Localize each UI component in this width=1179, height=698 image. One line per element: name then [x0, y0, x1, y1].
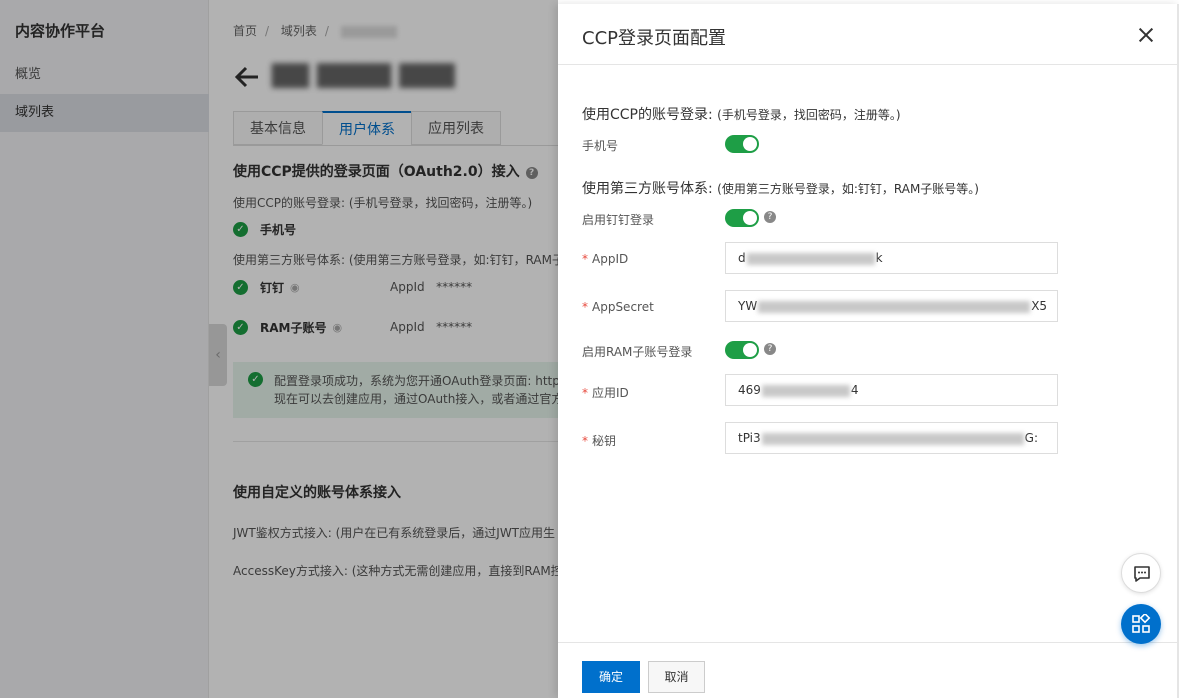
- appid-field-text: AppID: [592, 252, 629, 266]
- secret-key-field-label: * 秘钥: [582, 432, 616, 449]
- third-party-group-label: 使用第三方账号体系:: [582, 181, 713, 197]
- appsecret-field-text: AppSecret: [592, 300, 654, 314]
- third-party-group-hint: (使用第三方账号登录，如:钉钉，RAM子账号等。): [717, 182, 979, 196]
- feedback-chat-button[interactable]: [1121, 553, 1161, 593]
- app-id-input[interactable]: 469 4: [725, 374, 1058, 406]
- secret-key-field-text: 秘钥: [592, 434, 617, 448]
- drawer-footer: 确定 取消: [558, 642, 1179, 698]
- help-icon[interactable]: ?: [764, 343, 776, 355]
- chat-icon: [1134, 566, 1150, 582]
- dingtalk-toggle[interactable]: [725, 209, 759, 227]
- app-id-field-text: 应用ID: [592, 386, 629, 400]
- redacted-value: [761, 432, 1024, 445]
- app-id-value-start: 469: [738, 383, 761, 397]
- appid-value-start: d: [738, 251, 746, 265]
- appsecret-value-start: YW: [738, 299, 758, 313]
- appsecret-input[interactable]: YW X5: [725, 290, 1058, 322]
- confirm-button[interactable]: 确定: [582, 661, 640, 693]
- app-id-value-end: 4: [850, 383, 859, 397]
- ccp-login-config-drawer: CCP登录页面配置 使用CCP的账号登录: (手机号登录，找回密码，注册等。) …: [558, 4, 1179, 698]
- appsecret-value-end: X5: [1031, 299, 1048, 313]
- appsecret-field-label: * AppSecret: [582, 300, 654, 314]
- redacted-value: [746, 252, 875, 265]
- dingtalk-toggle-label: 启用钉钉登录: [582, 213, 655, 227]
- appid-value-end: k: [875, 251, 883, 265]
- required-mark: *: [582, 300, 588, 314]
- phone-toggle[interactable]: [725, 135, 759, 153]
- phone-toggle-label: 手机号: [582, 139, 619, 153]
- required-mark: *: [582, 252, 588, 266]
- redacted-value: [761, 384, 850, 397]
- appid-input[interactable]: dk: [725, 242, 1058, 274]
- secret-key-input[interactable]: tPi3 G:: [725, 422, 1058, 454]
- drawer-header: CCP登录页面配置: [558, 4, 1179, 65]
- redacted-value: [758, 300, 1031, 313]
- ram-toggle-label: 启用RAM子账号登录: [582, 345, 693, 359]
- app-id-field-label: * 应用ID: [582, 384, 629, 401]
- ram-toggle[interactable]: [725, 341, 759, 359]
- secret-key-value-start: tPi3: [738, 431, 761, 445]
- ccp-account-group-title: 使用CCP的账号登录: (手机号登录，找回密码，注册等。): [582, 104, 901, 124]
- required-mark: *: [582, 434, 588, 448]
- required-mark: *: [582, 386, 588, 400]
- appid-field-label: * AppID: [582, 252, 628, 266]
- drawer-title: CCP登录页面配置: [582, 28, 726, 49]
- secret-key-value-end: G:: [1024, 431, 1038, 445]
- apps-menu-button[interactable]: [1121, 604, 1161, 644]
- ccp-account-group-label: 使用CCP的账号登录:: [582, 107, 713, 123]
- help-icon[interactable]: ?: [764, 211, 776, 223]
- ccp-account-group-hint: (手机号登录，找回密码，注册等。): [717, 108, 901, 122]
- close-icon[interactable]: [1134, 23, 1158, 47]
- cancel-button[interactable]: 取消: [648, 661, 705, 693]
- apps-grid-icon: [1132, 614, 1151, 633]
- modal-overlay[interactable]: [0, 0, 558, 698]
- third-party-group-title: 使用第三方账号体系: (使用第三方账号登录，如:钉钉，RAM子账号等。): [582, 178, 979, 198]
